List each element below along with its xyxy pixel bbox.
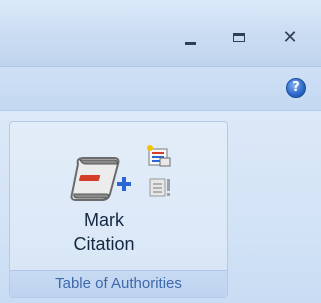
mark-citation-label-line2: Citation [73, 234, 135, 254]
title-bar [0, 0, 321, 66]
table-of-authorities-group: Mark Citation Table of Authorities [9, 121, 228, 298]
group-label: Table of Authorities [10, 270, 227, 297]
ribbon: Mark Citation Table of Authorities [0, 110, 321, 303]
mark-citation-icon [70, 157, 131, 201]
help-icon[interactable]: ? [286, 78, 306, 98]
minimize-icon[interactable] [180, 27, 202, 49]
close-icon[interactable] [279, 27, 301, 49]
maximize-icon[interactable] [229, 27, 251, 49]
insert-table-of-authorities-icon[interactable] [146, 144, 172, 168]
update-table-icon[interactable] [148, 175, 174, 199]
mark-citation-button[interactable]: Mark Citation [62, 142, 146, 262]
ribbon-tab-row: ? [0, 66, 321, 110]
mark-citation-label-line1: Mark [84, 210, 124, 230]
